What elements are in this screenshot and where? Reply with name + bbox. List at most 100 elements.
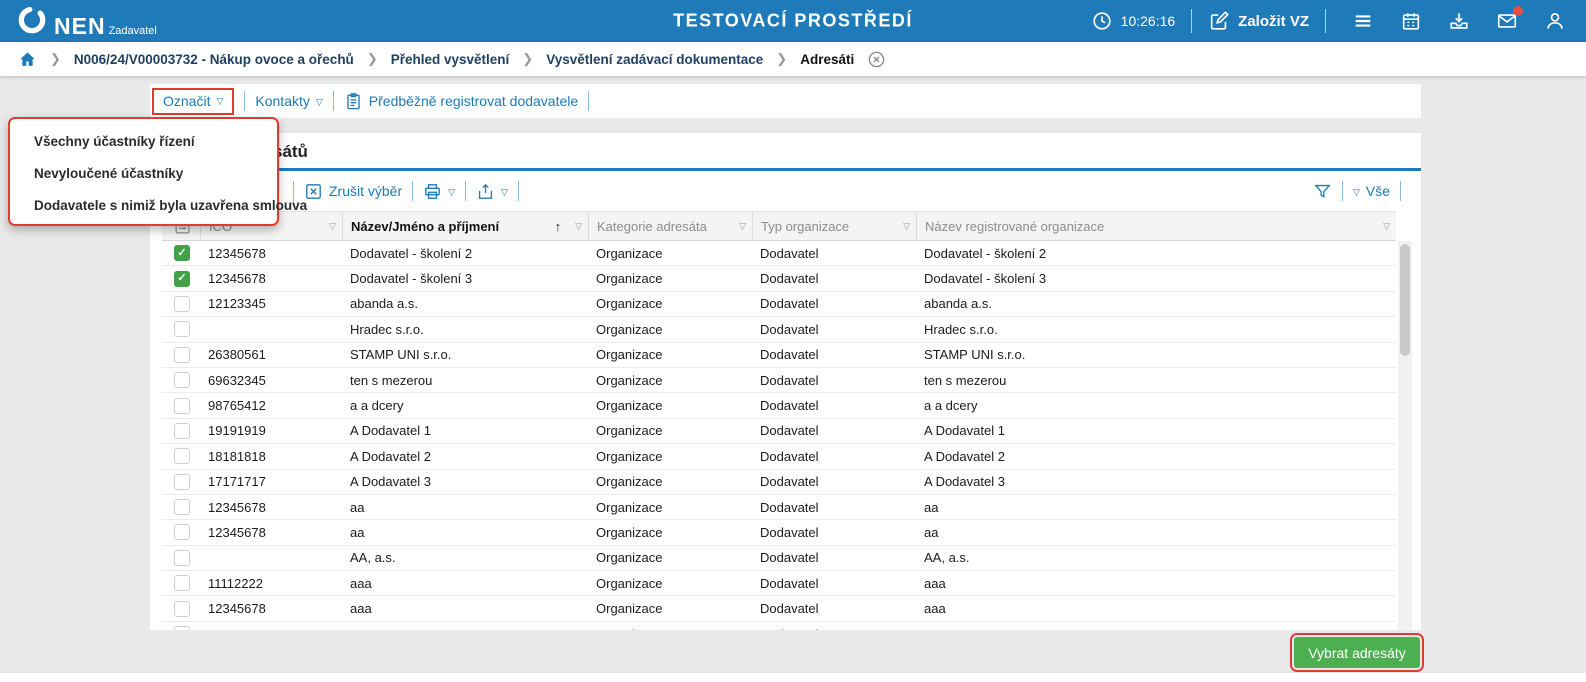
row-checkbox[interactable] [174,321,190,338]
row-checkbox[interactable] [174,397,190,414]
mark-label: Označit [163,92,211,109]
cell-category: Organizace [596,347,663,363]
export-icon [478,183,493,199]
table-row[interactable]: 12123345 abanda a.s. Organizace Dodavate… [162,292,1396,318]
inbox-button[interactable] [1448,10,1470,32]
column-header-category[interactable]: Kategorie adresáta ▽ [588,212,752,240]
cell-reg-name: A Dodavatel 1 [924,423,1005,439]
home-icon[interactable] [18,50,37,69]
row-checkbox[interactable] [174,626,190,630]
contacts-dropdown-button[interactable]: Kontakty ▽ [255,93,322,109]
filter-preset-dropdown[interactable]: ▽ Vše [1353,183,1390,199]
table-row[interactable]: 12345678 aa Organizace Dodavatel aa [162,495,1396,521]
create-vz-button[interactable]: Založit VZ [1208,10,1309,32]
breadcrumb-item-explanation[interactable]: Vysvětlení zadávací dokumentace [546,52,763,67]
table-scrollbar[interactable] [1398,241,1412,630]
row-checkbox[interactable] [174,600,190,617]
app-logo[interactable]: NEN Zadavatel [0,4,157,38]
table-row[interactable]: 19191919 A Dodavatel 1 Organizace Dodava… [162,419,1396,445]
row-select-cell [162,321,200,338]
row-checkbox[interactable] [174,372,190,389]
main-menu-button[interactable] [1352,10,1374,32]
mark-menu-item[interactable]: Všechny účastníky řízení [10,126,277,158]
mark-dropdown-button[interactable]: Označit ▽ [152,87,235,115]
cell-reg-name: abanda a.s. [924,296,992,312]
filter-icon[interactable]: ▽ [329,221,336,232]
chevron-down-icon: ▽ [216,96,224,106]
row-checkbox[interactable] [174,422,190,439]
row-select-cell [162,270,200,287]
row-select-cell [162,372,200,389]
cell-reg-name: A Dodavatel 3 [924,474,1005,490]
menu-icon [1355,15,1371,27]
filter-icon[interactable]: ▽ [1383,221,1390,232]
row-checkbox[interactable] [174,575,190,592]
row-checkbox[interactable] [174,245,190,262]
filter-button[interactable] [1313,182,1332,201]
cell-ico: 12345678 [208,245,266,261]
row-checkbox[interactable] [174,524,190,541]
breadcrumb-item-addressees[interactable]: Adresáti [800,52,854,67]
breadcrumb-separator: ❯ [366,51,378,66]
funnel-icon [1314,184,1331,198]
table-row[interactable]: 69632345 ten s mezerou Organizace Dodava… [162,368,1396,394]
filter-icon[interactable]: ▽ [575,221,582,232]
table-row[interactable]: 12345678 aa Organizace Dodavatel aa [162,520,1396,546]
table-row[interactable]: 11112222 aaa Organizace Dodavatel aaa [162,571,1396,597]
cell-name: ten s mezerou [350,372,433,388]
user-profile-button[interactable] [1544,10,1566,32]
cell-reg-name: aa [924,524,939,540]
cell-org-type: Dodavatel [760,347,819,363]
table-row[interactable]: 18181818 A Dodavatel 2 Organizace Dodava… [162,444,1396,470]
cell-category: Organizace [596,245,663,261]
table-row[interactable]: Hradec s.r.o. Organizace Dodavatel Hrade… [162,317,1396,343]
cell-name: Dodavatel - školení 3 [350,271,473,287]
row-checkbox[interactable] [174,270,190,287]
export-button[interactable]: ▽ [476,182,508,201]
toolbar-separator [517,181,519,201]
cell-org-type: Dodavatel [760,296,819,312]
scrollbar-thumb[interactable] [1400,244,1410,356]
row-checkbox[interactable] [174,346,190,363]
cell-org-type: Dodavatel [760,601,819,617]
row-checkbox[interactable] [174,473,190,490]
clear-selection-button[interactable]: Zrušit výběr [304,182,402,201]
calendar-button[interactable] [1400,10,1422,32]
select-addressees-button[interactable]: Vybrat adresáty [1290,633,1424,672]
filter-icon[interactable]: ▽ [903,221,910,232]
table-row[interactable]: 98765412 a a dcery Organizace Dodavatel … [162,393,1396,419]
table-row[interactable]: 12345678 Dodavatel - školení 2 Organizac… [162,241,1396,267]
column-header-reg-name[interactable]: Název registrované organizace ▽ [916,212,1396,240]
cell-category: Organizace [596,321,663,337]
breadcrumb-item-procedure[interactable]: N006/24/V00003732 - Nákup ovoce a ořechů [74,52,354,67]
filter-icon[interactable]: ▽ [739,221,746,232]
row-checkbox[interactable] [174,499,190,516]
table-row[interactable]: AA, a.s. Organizace Dodavatel AA, a.s. [162,546,1396,572]
table-row[interactable]: 17171717 A Dodavatel 3 Organizace Dodava… [162,470,1396,495]
table-header-row: IČO ▽ Název/Jméno a příjmení ↑ ▽ Kategor… [162,211,1396,241]
row-select-cell [162,499,200,516]
mark-menu-item[interactable]: Dodavatele s nimiž byla uzavřena smlouva [10,190,307,222]
table-row[interactable]: 12345678 Dodavatel - školení 3 Organizac… [162,266,1396,292]
clock-display: 10:26:16 [1091,10,1175,32]
row-checkbox[interactable] [174,295,190,312]
preregister-supplier-button[interactable]: Předběžně registrovat dodavatele [344,92,578,111]
column-header-name[interactable]: Název/Jméno a příjmení ↑ ▽ [342,212,588,240]
table-row[interactable]: 26380561 STAMP UNI s.r.o. Organizace Dod… [162,343,1396,368]
cell-reg-name: ten s mezerou [924,372,1007,388]
column-header-org-type[interactable]: Typ organizace ▽ [752,212,916,240]
table-row[interactable]: 12345678 aaa Organizace Dodavatel aaa [162,596,1396,622]
cell-reg-name: A Dodavatel 2 [924,448,1005,464]
row-checkbox[interactable] [174,448,190,465]
breadcrumb-item-overview[interactable]: Přehled vysvětlení [391,52,510,67]
row-select-cell [162,397,200,414]
close-icon[interactable] [867,50,886,69]
messages-button[interactable] [1496,6,1523,32]
table-row[interactable]: Organizace Dodavatel [162,622,1396,630]
cell-org-type: Dodavatel [760,575,819,591]
cell-category: Organizace [596,423,663,439]
row-checkbox[interactable] [174,549,190,566]
print-button[interactable]: ▽ [423,182,455,201]
clear-selection-label: Zrušit výběr [329,183,403,199]
mark-menu-item[interactable]: Nevyloučené účastníky [10,158,277,190]
